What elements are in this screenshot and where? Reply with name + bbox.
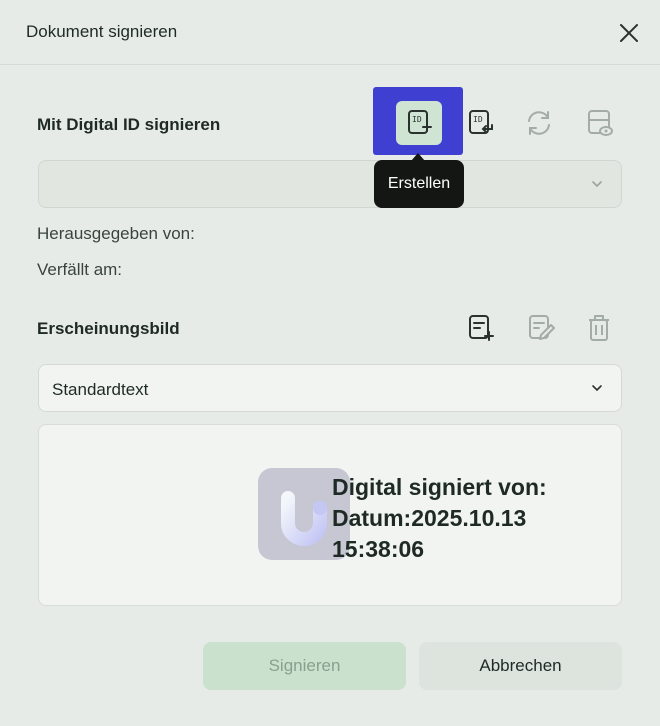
chevron-down-icon xyxy=(592,181,602,188)
add-appearance-button[interactable] xyxy=(460,308,500,348)
issued-by-label: Herausgegeben von: xyxy=(37,224,195,243)
refresh-button[interactable] xyxy=(519,103,559,143)
dialog-title: Dokument signieren xyxy=(26,22,178,41)
signature-text: Digital signiert von: Datum:2025.10.13 1… xyxy=(332,472,592,565)
delete-icon xyxy=(589,315,609,341)
add-appearance-icon xyxy=(469,315,494,341)
signature-line-signed-by: Digital signiert von: xyxy=(332,474,547,500)
dialog-header: Dokument signieren xyxy=(0,0,660,65)
id-create-icon: ID xyxy=(408,110,432,134)
close-button[interactable] xyxy=(616,20,642,46)
appearance-select-value: Standardtext xyxy=(52,380,149,399)
import-id-button[interactable]: ID xyxy=(460,103,500,143)
cancel-button[interactable]: Abbrechen xyxy=(419,642,622,690)
signature-line-time: 15:38:06 xyxy=(332,536,425,562)
edit-appearance-icon xyxy=(529,315,555,340)
id-import-icon: ID xyxy=(469,110,493,134)
create-id-button[interactable]: ID xyxy=(399,103,439,143)
create-tooltip: Erstellen xyxy=(374,153,464,208)
edit-appearance-button[interactable] xyxy=(520,308,560,348)
digital-id-select[interactable] xyxy=(38,160,622,208)
digital-id-label: Mit Digital ID signieren xyxy=(37,115,221,134)
signature-line-date: Datum:2025.10.13 xyxy=(332,505,527,531)
refresh-icon xyxy=(528,111,550,135)
expires-label: Verfällt am: xyxy=(37,260,123,279)
svg-text:ID: ID xyxy=(412,115,422,124)
sign-document-dialog: Dokument signieren Mit Digital ID signie… xyxy=(0,0,660,726)
appearance-label: Erscheinungsbild xyxy=(37,319,180,338)
view-certificate-button[interactable] xyxy=(579,103,619,143)
appearance-select[interactable]: Standardtext xyxy=(38,364,622,412)
chevron-down-icon xyxy=(592,385,602,392)
sign-button[interactable]: Signieren xyxy=(203,642,406,690)
delete-appearance-button[interactable] xyxy=(579,308,619,348)
svg-text:ID: ID xyxy=(473,115,483,124)
view-certificate-icon xyxy=(588,110,613,136)
close-icon xyxy=(620,24,638,42)
